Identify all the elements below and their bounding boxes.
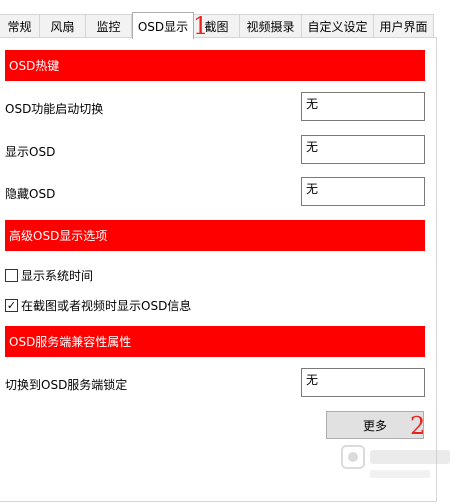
- option-show-osd-on-capture[interactable]: ✓ 在截图或者视频时显示OSD信息: [5, 297, 191, 314]
- label-show-osd: 显示OSD: [5, 145, 56, 159]
- checkmark-icon: ✓: [6, 299, 17, 312]
- hotkey-field-osd-toggle[interactable]: 无: [301, 92, 425, 121]
- tab-3[interactable]: OSD显示: [132, 12, 194, 39]
- section-header-osd-compat: OSD服务端兼容性属性: [5, 326, 425, 357]
- option-label: 在截图或者视频时显示OSD信息: [21, 299, 192, 313]
- section-title: OSD服务端兼容性属性: [9, 335, 132, 349]
- watermark-logo: [341, 445, 450, 478]
- section-header-advanced-osd: 高级OSD显示选项: [5, 220, 425, 251]
- tab-2[interactable]: 监控: [86, 14, 132, 38]
- tab-0[interactable]: 常规: [0, 14, 40, 38]
- more-button-label: 更多: [362, 418, 387, 433]
- section-title: 高级OSD显示选项: [9, 229, 108, 243]
- label-osd-server-lock: 切换到OSD服务端锁定: [5, 378, 128, 392]
- tab-5[interactable]: 视频摄录: [240, 14, 302, 38]
- tab-bar: 常规 风扇 监控 OSD显示 截图 视频摄录 自定义设定 用户界面: [0, 12, 463, 39]
- tab-1[interactable]: 风扇: [40, 14, 86, 38]
- hotkey-field-hide-osd[interactable]: 无: [301, 177, 425, 206]
- option-show-system-time[interactable]: 显示系统时间: [5, 267, 93, 284]
- annotation-number-2: 2: [410, 412, 426, 440]
- hotkey-field-show-osd[interactable]: 无: [301, 135, 425, 164]
- label-hide-osd: 隐藏OSD: [5, 187, 56, 201]
- section-title: OSD热键: [9, 59, 60, 73]
- label-osd-toggle: OSD功能启动切换: [5, 102, 104, 116]
- tab-7[interactable]: 用户界面: [374, 14, 434, 38]
- annotation-number-1: 1: [193, 12, 209, 40]
- section-header-osd-hotkeys: OSD热键: [5, 50, 425, 81]
- checkbox-show-osd-on-capture[interactable]: ✓: [5, 299, 18, 312]
- tab-6[interactable]: 自定义设定: [302, 14, 374, 38]
- hotkey-field-osd-server-lock[interactable]: 无: [301, 368, 425, 397]
- checkbox-show-system-time[interactable]: [5, 269, 18, 282]
- option-label: 显示系统时间: [21, 269, 94, 283]
